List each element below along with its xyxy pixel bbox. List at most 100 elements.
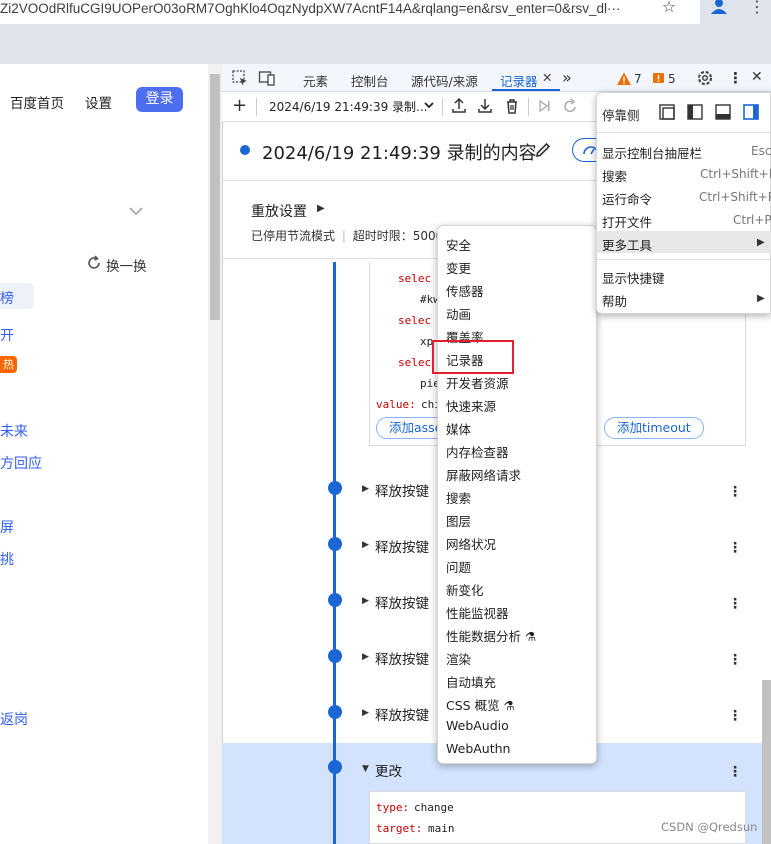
menu-item-run-command[interactable]: 运行命令 bbox=[602, 189, 652, 208]
menu-item-search[interactable]: 搜索 bbox=[446, 488, 471, 507]
menu-item-rendering[interactable]: 渲染 bbox=[446, 649, 471, 668]
menu-item-security[interactable]: 安全 bbox=[446, 235, 471, 254]
chevron-down-icon[interactable] bbox=[422, 98, 436, 112]
dock-right-icon[interactable] bbox=[742, 103, 760, 121]
import-icon[interactable] bbox=[476, 97, 494, 115]
menu-item-autofill[interactable]: 自动填充 bbox=[446, 672, 496, 691]
chevron-down-icon[interactable] bbox=[128, 203, 144, 219]
login-button[interactable]: 登录 bbox=[136, 87, 183, 112]
issue-count[interactable]: 5 bbox=[668, 72, 676, 86]
devtools-scrollbar[interactable] bbox=[762, 680, 771, 844]
menu-item-quick-source[interactable]: 快速来源 bbox=[446, 396, 496, 415]
menu-item-sensors[interactable]: 传感器 bbox=[446, 281, 484, 300]
dock-left-icon[interactable] bbox=[686, 103, 704, 121]
hot-link[interactable]: 未来 bbox=[0, 421, 28, 441]
step-menu-icon[interactable]: ⋮ bbox=[728, 653, 742, 669]
inspect-element-icon[interactable] bbox=[231, 69, 249, 87]
menu-item-webauthn[interactable]: WebAuthn bbox=[446, 741, 510, 756]
menu-item-network-request-blocking[interactable]: 屏蔽网络请求 bbox=[446, 465, 521, 484]
menu-item-media[interactable]: 媒体 bbox=[446, 419, 471, 438]
caret-right-icon[interactable]: ▶ bbox=[362, 652, 369, 662]
more-tabs-icon[interactable]: » bbox=[562, 68, 572, 87]
caret-right-icon[interactable]: ▶ bbox=[362, 484, 369, 494]
hot-link[interactable]: 挑 bbox=[0, 549, 14, 569]
caret-down-icon[interactable]: ▼ bbox=[362, 764, 369, 774]
menu-item-network-conditions[interactable]: 网络状况 bbox=[446, 534, 496, 553]
menu-item-developer-resources[interactable]: 开发者资源 bbox=[446, 373, 509, 392]
hot-link[interactable]: 方回应 bbox=[0, 453, 42, 473]
step-code-box[interactable] bbox=[369, 791, 746, 844]
menu-item-search[interactable]: 搜索 bbox=[602, 166, 627, 185]
issues-icon[interactable] bbox=[652, 71, 666, 87]
delete-icon[interactable] bbox=[503, 97, 521, 115]
replay-icon[interactable] bbox=[561, 97, 579, 115]
warning-count[interactable]: 7 bbox=[634, 72, 642, 86]
step-menu-icon[interactable]: ⋮ bbox=[728, 541, 742, 557]
tab-console[interactable]: 控制台 bbox=[351, 71, 389, 90]
step-menu-icon[interactable]: ⋮ bbox=[728, 709, 742, 725]
caret-right-icon[interactable]: ▶ bbox=[362, 708, 369, 718]
gear-icon[interactable] bbox=[696, 69, 714, 87]
hot-list-label[interactable]: 榜 bbox=[0, 288, 14, 308]
tab-recorder[interactable]: 记录器 bbox=[500, 71, 538, 90]
step-keyup[interactable]: 释放按键 bbox=[375, 648, 429, 668]
menu-item-changes[interactable]: 变更 bbox=[446, 258, 471, 277]
pencil-icon[interactable] bbox=[534, 141, 552, 159]
menu-item-shortcuts[interactable]: 显示快捷键 bbox=[602, 268, 665, 287]
close-devtools-icon[interactable]: ✕ bbox=[751, 69, 763, 85]
star-icon[interactable]: ☆ bbox=[659, 0, 679, 20]
step-menu-icon[interactable]: ⋮ bbox=[728, 765, 742, 781]
close-tab-icon[interactable]: ✕ bbox=[542, 70, 552, 85]
step-keyup[interactable]: 释放按键 bbox=[375, 592, 429, 612]
menu-item-layers[interactable]: 图层 bbox=[446, 511, 471, 530]
caret-right-icon[interactable]: ▶ bbox=[362, 540, 369, 550]
step-over-icon[interactable] bbox=[535, 97, 553, 115]
add-timeout-button[interactable]: 添加timeout bbox=[604, 417, 704, 439]
menu-item-show-drawer[interactable]: 显示控制台抽屉栏 bbox=[602, 143, 702, 162]
refresh-label[interactable]: 换一换 bbox=[106, 255, 147, 275]
export-icon[interactable] bbox=[450, 97, 468, 115]
step-keyup[interactable]: 释放按键 bbox=[375, 704, 429, 724]
tab-sources[interactable]: 源代码/来源 bbox=[411, 71, 478, 90]
menu-item-css-overview[interactable]: CSS 概览 ⚗ bbox=[446, 695, 515, 714]
hot-link[interactable]: 开 bbox=[0, 325, 14, 345]
warning-icon[interactable] bbox=[616, 71, 632, 87]
menu-item-more-tools[interactable]: 更多工具 bbox=[602, 235, 652, 254]
more-vert-icon[interactable]: ⋮ bbox=[749, 0, 765, 18]
caret-right-icon[interactable]: ▶ bbox=[317, 203, 325, 214]
menu-item-issues[interactable]: 问题 bbox=[446, 557, 471, 576]
menu-item-animations[interactable]: 动画 bbox=[446, 304, 471, 323]
refresh-icon[interactable] bbox=[86, 255, 102, 271]
caret-right-icon[interactable]: ▶ bbox=[362, 596, 369, 606]
menu-item-webaudio[interactable]: WebAudio bbox=[446, 718, 509, 733]
step-menu-icon[interactable]: ⋮ bbox=[728, 485, 742, 501]
account-icon[interactable] bbox=[708, 0, 730, 18]
step-keyup[interactable]: 释放按键 bbox=[375, 536, 429, 556]
step-menu-icon[interactable]: ⋮ bbox=[728, 597, 742, 613]
step-keyup[interactable]: 释放按键 bbox=[375, 480, 429, 500]
menu-item-whats-new[interactable]: 新变化 bbox=[446, 580, 484, 599]
address-bar[interactable]: Zi2VOOdRlfuCGI9UOPerO03oRM7OghKlo4OqzNyd… bbox=[0, 0, 700, 24]
tab-elements[interactable]: 元素 bbox=[303, 71, 328, 90]
menu-item-performance-insights[interactable]: 性能数据分析 ⚗ bbox=[446, 626, 536, 645]
replay-settings-title[interactable]: 重放设置 bbox=[251, 201, 307, 221]
step-change[interactable]: 更改 bbox=[375, 760, 402, 780]
page-scrollbar-thumb[interactable] bbox=[210, 74, 220, 320]
nav-settings-link[interactable]: 设置 bbox=[85, 92, 112, 112]
undock-icon[interactable] bbox=[658, 103, 676, 121]
hot-link[interactable]: 屏 bbox=[0, 517, 14, 537]
menu-item-open-file[interactable]: 打开文件 bbox=[602, 212, 652, 231]
recording-select[interactable]: 2024/6/19 21:49:39 录制... bbox=[269, 98, 428, 115]
dock-bottom-icon[interactable] bbox=[714, 103, 732, 121]
menu-item-memory-inspector[interactable]: 内存检查器 bbox=[446, 442, 509, 461]
recording-title[interactable]: 2024/6/19 21:49:39 录制的内容 bbox=[262, 139, 537, 165]
device-toolbar-icon[interactable] bbox=[258, 69, 276, 87]
address-text[interactable]: Zi2VOOdRlfuCGI9UOPerO03oRM7OghKlo4OqzNyd… bbox=[0, 0, 650, 22]
nav-home-link[interactable]: 百度首页 bbox=[10, 92, 64, 112]
menu-item-help[interactable]: 帮助 bbox=[602, 291, 627, 310]
code-key: selec bbox=[398, 356, 432, 369]
add-recording-icon[interactable]: + bbox=[232, 95, 247, 116]
hot-link[interactable]: 返岗 bbox=[0, 709, 28, 729]
menu-item-performance-monitor[interactable]: 性能监视器 bbox=[446, 603, 509, 622]
more-options-icon[interactable]: ⋮ bbox=[728, 69, 743, 87]
